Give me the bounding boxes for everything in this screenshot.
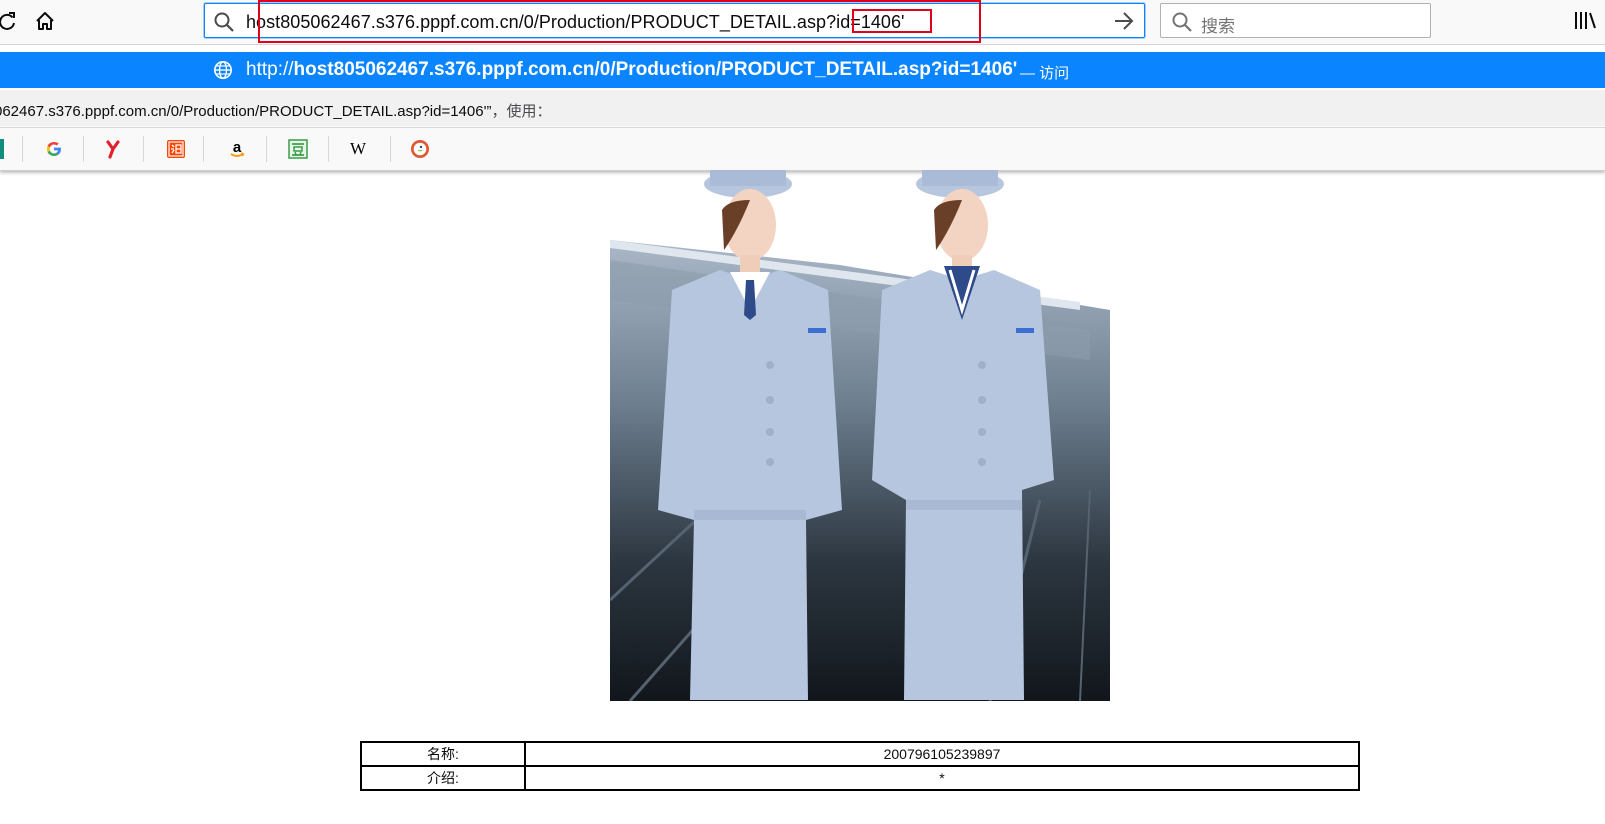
table-row: 介绍: * [360, 765, 1360, 791]
search-icon [214, 12, 234, 32]
home-button[interactable] [30, 6, 60, 36]
library-button[interactable] [1573, 9, 1597, 38]
globe-icon [214, 61, 232, 79]
bookmark-youku[interactable] [102, 137, 126, 161]
douban-icon [288, 139, 308, 159]
go-arrow-icon [1115, 12, 1134, 30]
reload-button[interactable] [0, 6, 22, 36]
bookmark-taobao[interactable] [164, 137, 188, 161]
go-button[interactable] [1112, 10, 1136, 32]
autocomplete-url: http://host805062467.s376.pppf.com.cn/0/… [246, 59, 1017, 81]
library-icon [1575, 12, 1596, 29]
intro-label: 介绍: [360, 765, 526, 791]
taobao-icon [167, 140, 185, 158]
autocomplete-search-row[interactable]: 062467.s376.pppf.com.cn/0/Production/PRO… [0, 90, 1605, 126]
amazon-icon: a [230, 139, 245, 157]
product-detail-table: 名称: 200796105239897 介绍: * [360, 741, 1360, 791]
id-param-highlight-box [852, 9, 932, 33]
bookmark-partial-item[interactable] [0, 139, 4, 159]
bookmark-separator [328, 136, 329, 162]
autocomplete-visit-row[interactable]: http://host805062467.s376.pppf.com.cn/0/… [0, 52, 1605, 88]
bookmark-amazon[interactable]: a [225, 137, 249, 161]
url-bar[interactable]: host805062467.s376.pppf.com.cn/0/Product… [204, 0, 1145, 43]
autocomplete-action-label: 访问 [1039, 65, 1070, 82]
wikipedia-icon: W [350, 140, 367, 158]
search-bar[interactable]: 搜索 [1160, 3, 1431, 38]
autocomplete-url-prefix: http:// [246, 59, 294, 80]
bookmark-separator [203, 136, 204, 162]
bookmark-google[interactable] [42, 137, 66, 161]
search-icon [1172, 12, 1192, 32]
bookmark-separator [143, 136, 144, 162]
svg-text:W: W [350, 140, 367, 158]
name-label: 名称: [360, 741, 526, 767]
duckduckgo-icon [411, 140, 429, 158]
search-placeholder[interactable]: 搜索 [1201, 12, 1235, 37]
autocomplete-search-hint: 062467.s376.pppf.com.cn/0/Production/PRO… [0, 100, 551, 121]
bookmark-wikipedia[interactable]: W [346, 137, 370, 161]
google-icon [47, 142, 61, 156]
reload-icon [0, 12, 15, 30]
bookmark-separator [390, 136, 391, 162]
autocomplete-url-host: host805062467.s376.pppf.com.cn/0/Product… [293, 59, 1018, 80]
autocomplete-search-hint-text: 062467.s376.pppf.com.cn/0/Production/PRO… [0, 103, 492, 120]
bookmark-douban[interactable] [286, 137, 310, 161]
table-row: 名称: 200796105239897 [360, 741, 1360, 767]
autocomplete-action-separator: — [1020, 65, 1035, 82]
product-image [610, 170, 1110, 701]
bookmark-duckduckgo[interactable] [408, 137, 432, 161]
autocomplete-action: — 访问 [1020, 62, 1069, 83]
intro-value: * [524, 765, 1360, 791]
autocomplete-search-hint-suffix: ，使用： [491, 103, 552, 120]
name-value: 200796105239897 [524, 741, 1360, 767]
bookmark-separator [266, 136, 267, 162]
svg-text:a: a [233, 139, 242, 156]
youku-icon [106, 140, 120, 159]
bookmark-separator [22, 136, 23, 162]
navigation-toolbar: host805062467.s376.pppf.com.cn/0/Product… [0, 0, 1605, 44]
home-icon [36, 12, 54, 30]
bookmarks-toolbar: a W [0, 127, 1605, 171]
bookmark-separator [83, 136, 84, 162]
